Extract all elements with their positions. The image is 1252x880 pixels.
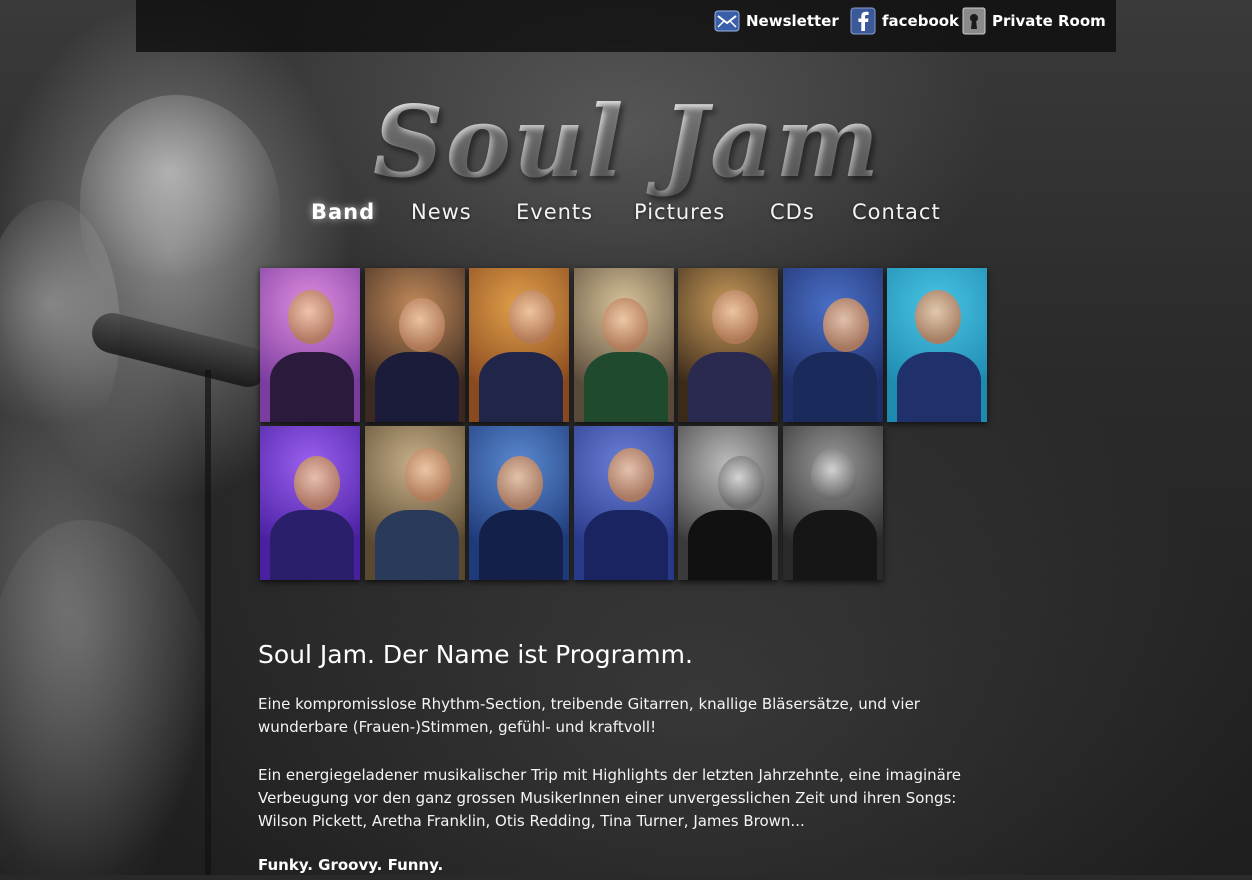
envelope-icon xyxy=(714,8,740,34)
nav-item-band[interactable]: Band xyxy=(311,200,375,224)
tagline: Funky. Groovy. Funny. xyxy=(258,856,444,874)
private-room-link[interactable]: Private Room xyxy=(962,6,1106,36)
member-body xyxy=(479,510,563,580)
member-face xyxy=(294,456,340,510)
facebook-link[interactable]: facebook xyxy=(850,6,959,36)
site-logo[interactable]: Soul Jam xyxy=(322,82,932,202)
member-body xyxy=(479,352,563,422)
member-face xyxy=(608,448,654,502)
intro-paragraph: Eine kompromisslose Rhythm-Section, trei… xyxy=(258,695,920,736)
page-headline: Soul Jam. Der Name ist Programm. xyxy=(258,640,693,669)
keyhole-icon xyxy=(962,7,986,35)
member-face xyxy=(712,290,758,344)
member-body xyxy=(793,352,877,422)
facebook-label: facebook xyxy=(882,12,960,30)
nav-item-news[interactable]: News xyxy=(411,200,472,224)
member-body xyxy=(375,352,459,422)
band-member-photo-singer-4[interactable] xyxy=(574,268,674,422)
member-face xyxy=(915,290,961,344)
nav-item-pictures[interactable]: Pictures xyxy=(634,200,725,224)
member-face xyxy=(405,448,451,502)
member-body xyxy=(584,352,668,422)
member-face xyxy=(399,298,445,352)
member-body xyxy=(897,352,981,422)
member-face xyxy=(288,290,334,344)
newsletter-link[interactable]: Newsletter xyxy=(714,6,839,36)
member-body xyxy=(584,510,668,580)
member-body xyxy=(270,352,354,422)
member-face xyxy=(823,298,869,352)
band-member-photo-harmonica[interactable] xyxy=(783,268,883,422)
band-member-photo-singer-2[interactable] xyxy=(365,268,465,422)
private-room-label: Private Room xyxy=(992,12,1106,30)
member-body xyxy=(688,510,772,580)
band-member-photo-bass[interactable] xyxy=(365,426,465,580)
member-face xyxy=(497,456,543,510)
member-body xyxy=(688,352,772,422)
band-member-photo-singer-3[interactable] xyxy=(469,268,569,422)
background-mic-stand xyxy=(205,370,211,875)
member-face xyxy=(718,456,764,510)
nav-item-events[interactable]: Events xyxy=(516,200,593,224)
member-body xyxy=(375,510,459,580)
facebook-icon xyxy=(850,7,876,35)
nav-item-cds[interactable]: CDs xyxy=(770,200,815,224)
newsletter-label: Newsletter xyxy=(746,12,839,30)
member-face xyxy=(509,290,555,344)
member-face xyxy=(811,448,857,502)
member-face xyxy=(602,298,648,352)
nav-item-contact[interactable]: Contact xyxy=(852,200,941,224)
band-member-photo-saxophone[interactable] xyxy=(887,268,987,422)
band-member-photo-percussion[interactable] xyxy=(678,426,778,580)
member-body xyxy=(270,510,354,580)
band-member-photo-singer-1[interactable] xyxy=(260,268,360,422)
band-member-photo-guitar[interactable] xyxy=(469,426,569,580)
description-paragraph: Ein energiegeladener musikalischer Trip … xyxy=(258,766,961,830)
member-body xyxy=(793,510,877,580)
top-bar: Newsletter facebook Private Room xyxy=(136,0,1116,52)
band-member-photo-guest[interactable] xyxy=(783,426,883,580)
band-member-photo-drums[interactable] xyxy=(260,426,360,580)
band-member-photo-keys[interactable] xyxy=(574,426,674,580)
band-member-photo-trumpet[interactable] xyxy=(678,268,778,422)
